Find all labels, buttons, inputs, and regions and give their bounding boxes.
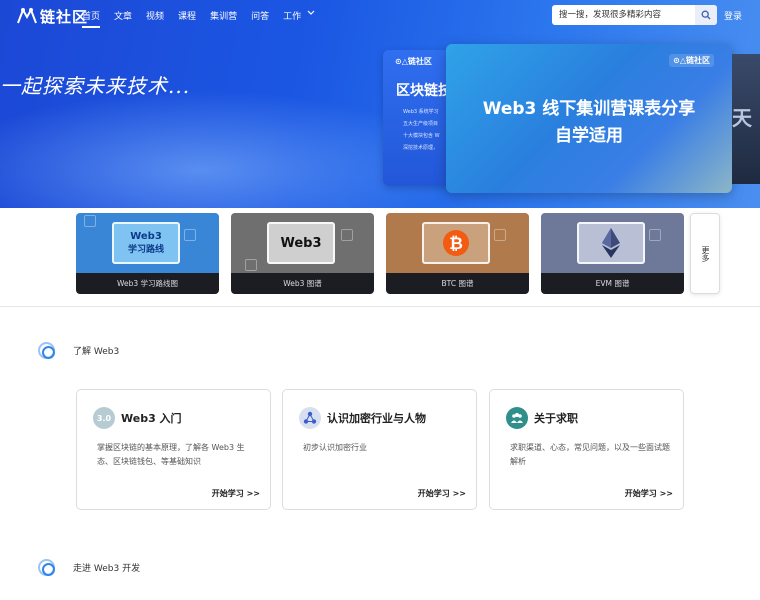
banner-card-line: Web3 系统学习 [403,109,439,115]
card-title: Web3 入门 [121,412,182,425]
tiles-more-button[interactable]: 更多 [690,213,720,294]
logo-text: 链社区 [40,7,89,26]
tile-evm-map[interactable]: EVM 图谱 [541,213,684,294]
ring-icon [38,342,55,359]
nav-menu: 首页 文章 视频 课程 集训营 问答 工作 [82,9,315,28]
tile-emblem: Web3 学习路线 [112,222,180,264]
nav-item-home[interactable]: 首页 [82,9,101,28]
logo-icon [16,7,38,25]
web3-badge-icon: 3.0 [93,407,115,429]
decor-square [84,215,96,227]
top-nav: 链社区 首页 文章 视频 课程 集训营 问答 工作 搜一搜，发现很多精彩内容 登… [0,0,760,32]
banner-title-line: Web3 线下集训营课表分享 [482,99,696,119]
ethereum-icon [602,228,620,258]
banner-card-next[interactable]: 天 [732,54,760,184]
section-divider [0,306,760,307]
section-title: 了解 Web3 [73,347,120,357]
tile-web3-roadmap[interactable]: Web3 学习路线 Web3 学习路线图 [76,213,219,294]
decor-square [649,229,661,241]
banner-card-line: 五大生产级项目 [403,121,439,127]
chevron-down-icon[interactable] [307,9,315,22]
tile-emblem-text: Web3 [280,235,322,251]
card-description: 求职渠道、心态，常见问题，以及一些面试题解析 [510,443,670,466]
card-description: 初步认识加密行业 [303,443,367,452]
tile-image: Web3 学习路线 [76,213,219,273]
search-button[interactable] [695,5,717,25]
tile-emblem [577,222,645,264]
section-header-web3-dev: 走进 Web3 开发 [38,559,140,576]
bitcoin-icon: ₿ [443,230,469,256]
tile-emblem: Web3 [267,222,335,264]
tile-image [541,213,684,273]
hero-slogan: 一起探索未来技术... [0,74,191,98]
start-learning-link[interactable]: 开始学习 >> [625,488,673,499]
icon-text: 3.0 [96,413,112,423]
tile-emblem-text: 学习路线 [127,245,164,255]
course-card-crypto-industry[interactable]: 认识加密行业与人物 初步认识加密行业 开始学习 >> [282,389,477,510]
tile-btc-map[interactable]: ₿ BTC 图谱 [386,213,529,294]
banner-card-line: 深挖技术原理， [403,145,439,151]
tile-caption: Web3 图谱 [231,273,374,294]
banner-logo: ⊙△链社区 [669,54,714,67]
decor-square [184,229,196,241]
network-icon [299,407,321,429]
decor-square [494,229,506,241]
banner-card-line: 十大模块包含 W [403,133,440,139]
tile-caption: Web3 学习路线图 [76,273,219,294]
decor-square [341,229,353,241]
decor-square [245,259,257,271]
tiles-more-label: 更多 [701,246,710,262]
banner-card-secondary[interactable]: ⊙△链社区 区块链技 Web3 系统学习 五大生产级项目 十大模块包含 W 深挖… [383,50,453,186]
tile-web3-map[interactable]: Web3 Web3 图谱 [231,213,374,294]
login-link[interactable]: 登录 [724,9,742,22]
tile-emblem: ₿ [422,222,490,264]
card-description: 掌握区块链的基本原理，了解各 Web3 生态、区块链钱包、等基础知识 [97,443,245,466]
nav-item-qa[interactable]: 问答 [251,9,269,22]
nav-item-courses[interactable]: 课程 [178,9,196,22]
start-learning-link[interactable]: 开始学习 >> [418,488,466,499]
start-learning-link[interactable]: 开始学习 >> [212,488,260,499]
tile-image: ₿ [386,213,529,273]
tile-caption: BTC 图谱 [386,273,529,294]
section-title: 走进 Web3 开发 [73,564,141,574]
course-card-job-seeking[interactable]: 关于求职 求职渠道、心态，常见问题，以及一些面试题解析 开始学习 >> [489,389,684,510]
ring-icon [38,559,55,576]
tile-image: Web3 [231,213,374,273]
nav-item-bootcamp[interactable]: 集训营 [210,9,237,22]
banner-card-peek: 天 [732,106,752,130]
search-input[interactable] [552,5,690,25]
banner-logo: ⊙△链社区 [395,57,432,66]
team-icon [506,407,528,429]
tile-emblem-text: Web3 [130,231,162,242]
card-title: 关于求职 [534,412,578,425]
section-header-learn-web3: 了解 Web3 [38,342,119,359]
card-title: 认识加密行业与人物 [327,412,426,425]
course-card-web3-intro[interactable]: 3.0 Web3 入门 掌握区块链的基本原理，了解各 Web3 生态、区块链钱包… [76,389,271,510]
nav-item-videos[interactable]: 视频 [146,9,164,22]
site-logo[interactable]: 链社区 [16,6,88,26]
nav-item-articles[interactable]: 文章 [114,9,132,22]
banner-card-main[interactable]: ⊙△链社区 Web3 线下集训营课表分享 自学适用 [446,44,732,193]
banner-card-title: Web3 线下集训营课表分享 自学适用 [446,96,732,150]
search-icon [701,10,711,20]
banner-card-title: 区块链技 [396,83,452,99]
svg-text:₿: ₿ [449,234,463,254]
tile-caption: EVM 图谱 [541,273,684,294]
banner-title-line: 自学适用 [555,126,623,146]
nav-item-jobs[interactable]: 工作 [283,9,301,22]
page: 链社区 首页 文章 视频 课程 集训营 问答 工作 搜一搜，发现很多精彩内容 登… [0,0,760,600]
hero-banner: 链社区 首页 文章 视频 课程 集训营 问答 工作 搜一搜，发现很多精彩内容 登… [0,0,760,208]
search-box [552,5,717,25]
